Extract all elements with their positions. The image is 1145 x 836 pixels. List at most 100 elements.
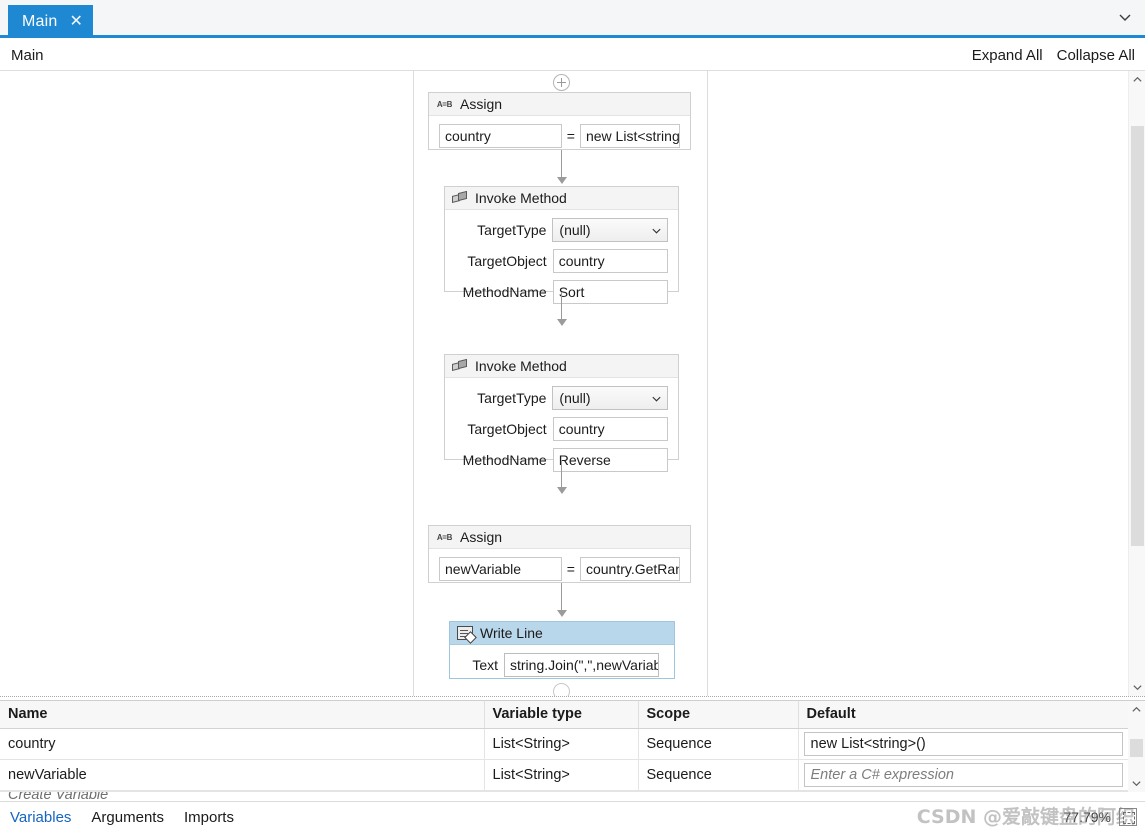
activity-header: Write Line: [450, 622, 674, 645]
variable-default-input[interactable]: new List<string>(): [803, 731, 1123, 756]
assign-row: newVariable = country.GetRange: [439, 557, 680, 581]
tab-variables[interactable]: Variables: [10, 809, 71, 826]
column-header-name[interactable]: Name: [0, 701, 485, 729]
column-header-scope[interactable]: Scope: [638, 701, 799, 729]
connector-line-2: [561, 292, 562, 320]
scroll-up-icon[interactable]: [1129, 71, 1145, 88]
variable-default-cell: new List<string>(): [798, 728, 1128, 760]
tab-strip: Main ✕: [0, 0, 1145, 38]
assign-value-field[interactable]: new List<string>(: [579, 124, 680, 148]
assign-to-field[interactable]: newVariable: [439, 557, 562, 581]
targettype-combobox[interactable]: (null): [552, 218, 668, 242]
activity-header: Invoke Method: [445, 187, 678, 210]
canvas-vertical-scrollbar[interactable]: [1128, 71, 1145, 696]
breadcrumb[interactable]: Main: [11, 47, 44, 64]
targetobject-field[interactable]: country: [552, 249, 668, 273]
designer-canvas[interactable]: A=B Assign country = new List<string>(: [0, 71, 1128, 696]
variable-name-cell[interactable]: newVariable: [0, 759, 485, 791]
property-row-targettype: TargetType (null): [455, 386, 668, 410]
connector-line-1: [561, 150, 562, 178]
scroll-down-icon[interactable]: [1129, 679, 1145, 696]
variables-table: Name Variable type Scope Default country…: [0, 701, 1128, 791]
table-header-row: Name Variable type Scope Default: [0, 701, 1128, 729]
scroll-up-icon[interactable]: [1128, 701, 1145, 718]
expand-all-button[interactable]: Expand All: [972, 47, 1043, 64]
header-bar: Main Expand All Collapse All: [0, 41, 1145, 71]
property-label: TargetObject: [467, 421, 547, 437]
activity-title: Assign: [460, 96, 503, 112]
create-variable-label: Create Variable: [8, 791, 109, 801]
assign-ab-icon: A=B: [436, 99, 453, 109]
targetobject-field[interactable]: country: [552, 417, 668, 441]
activity-assign-1[interactable]: A=B Assign country = new List<string>(: [428, 92, 691, 150]
variable-type-cell[interactable]: List<String>: [484, 759, 639, 791]
table-row[interactable]: newVariable List<String> Sequence Enter …: [0, 759, 1128, 791]
property-label: TargetObject: [467, 253, 547, 269]
assign-equals-label: =: [566, 561, 575, 577]
targettype-value: (null): [559, 222, 591, 238]
variable-default-cell: Enter a C# expression: [798, 759, 1128, 791]
targettype-combobox[interactable]: (null): [552, 386, 668, 410]
chevron-down-icon: [651, 223, 662, 234]
chevron-down-icon[interactable]: [1117, 9, 1133, 25]
collapse-all-button[interactable]: Collapse All: [1057, 47, 1135, 64]
variables-vertical-scrollbar[interactable]: [1128, 701, 1145, 792]
writeline-text-field[interactable]: string.Join(",",newVariable.: [504, 653, 659, 677]
column-header-variable-type[interactable]: Variable type: [484, 701, 639, 729]
assign-value-field[interactable]: country.GetRange: [579, 557, 680, 581]
property-label: MethodName: [462, 452, 547, 468]
methodname-field[interactable]: Sort: [552, 280, 668, 304]
property-label: TargetType: [477, 390, 547, 406]
variable-name-cell[interactable]: country: [0, 728, 485, 760]
invoke-method-icon: [452, 358, 468, 373]
write-line-icon: [457, 626, 473, 640]
property-label: TargetType: [477, 222, 547, 238]
property-row-targetobject: TargetObject country: [455, 249, 668, 273]
assign-row: country = new List<string>(: [439, 124, 680, 148]
table-row[interactable]: country List<String> Sequence new List<s…: [0, 728, 1128, 760]
connector-arrow-4: [557, 610, 567, 617]
connector-line-4: [561, 583, 562, 611]
activity-header: A=B Assign: [429, 526, 690, 549]
assign-equals-label: =: [566, 128, 575, 144]
property-label: Text: [472, 657, 498, 673]
tab-arguments[interactable]: Arguments: [91, 809, 164, 826]
activity-invoke-method-1[interactable]: Invoke Method TargetType (null) TargetOb…: [444, 186, 679, 304]
variable-default-input[interactable]: Enter a C# expression: [803, 762, 1123, 787]
variable-scope-cell[interactable]: Sequence: [638, 728, 799, 760]
activity-body: country = new List<string>(: [429, 116, 690, 158]
plus-circle-icon[interactable]: [553, 74, 570, 91]
targettype-value: (null): [559, 390, 591, 406]
variable-scope-cell[interactable]: Sequence: [638, 759, 799, 791]
column-header-default[interactable]: Default: [798, 701, 1128, 729]
methodname-field[interactable]: Reverse: [552, 448, 668, 472]
zoom-controls: 77.79%: [1064, 808, 1137, 826]
sequence-container[interactable]: A=B Assign country = new List<string>(: [413, 71, 708, 696]
property-row-targettype: TargetType (null): [455, 218, 668, 242]
connector-arrow-1: [557, 177, 567, 184]
close-icon[interactable]: ✕: [69, 13, 82, 30]
variable-type-cell[interactable]: List<String>: [484, 728, 639, 760]
assign-to-field[interactable]: country: [439, 124, 562, 148]
property-row-targetobject: TargetObject country: [455, 417, 668, 441]
activity-header: A=B Assign: [429, 93, 690, 116]
status-bar: Variables Arguments Imports 77.79%: [0, 801, 1145, 836]
property-row-text: Text string.Join(",",newVariable.: [460, 653, 664, 677]
scroll-down-icon[interactable]: [1128, 775, 1145, 792]
tab-main[interactable]: Main ✕: [8, 5, 93, 38]
chevron-down-icon: [651, 391, 662, 402]
activity-assign-2[interactable]: A=B Assign newVariable = country.GetRang…: [428, 525, 691, 583]
fit-to-screen-icon[interactable]: [1119, 808, 1137, 826]
tab-imports[interactable]: Imports: [184, 809, 234, 826]
activity-title: Invoke Method: [475, 358, 567, 374]
scrollbar-thumb[interactable]: [1131, 126, 1144, 546]
scrollbar-thumb[interactable]: [1130, 739, 1143, 757]
activity-header: Invoke Method: [445, 355, 678, 378]
bottom-tabs: Variables Arguments Imports: [10, 809, 234, 826]
activity-title: Invoke Method: [475, 190, 567, 206]
tab-main-label: Main: [22, 12, 58, 30]
activity-invoke-method-2[interactable]: Invoke Method TargetType (null) TargetOb…: [444, 354, 679, 472]
create-variable-row[interactable]: Create Variable: [0, 791, 1128, 801]
activity-title: Assign: [460, 529, 503, 545]
activity-write-line[interactable]: Write Line Text string.Join(",",newVaria…: [449, 621, 675, 679]
